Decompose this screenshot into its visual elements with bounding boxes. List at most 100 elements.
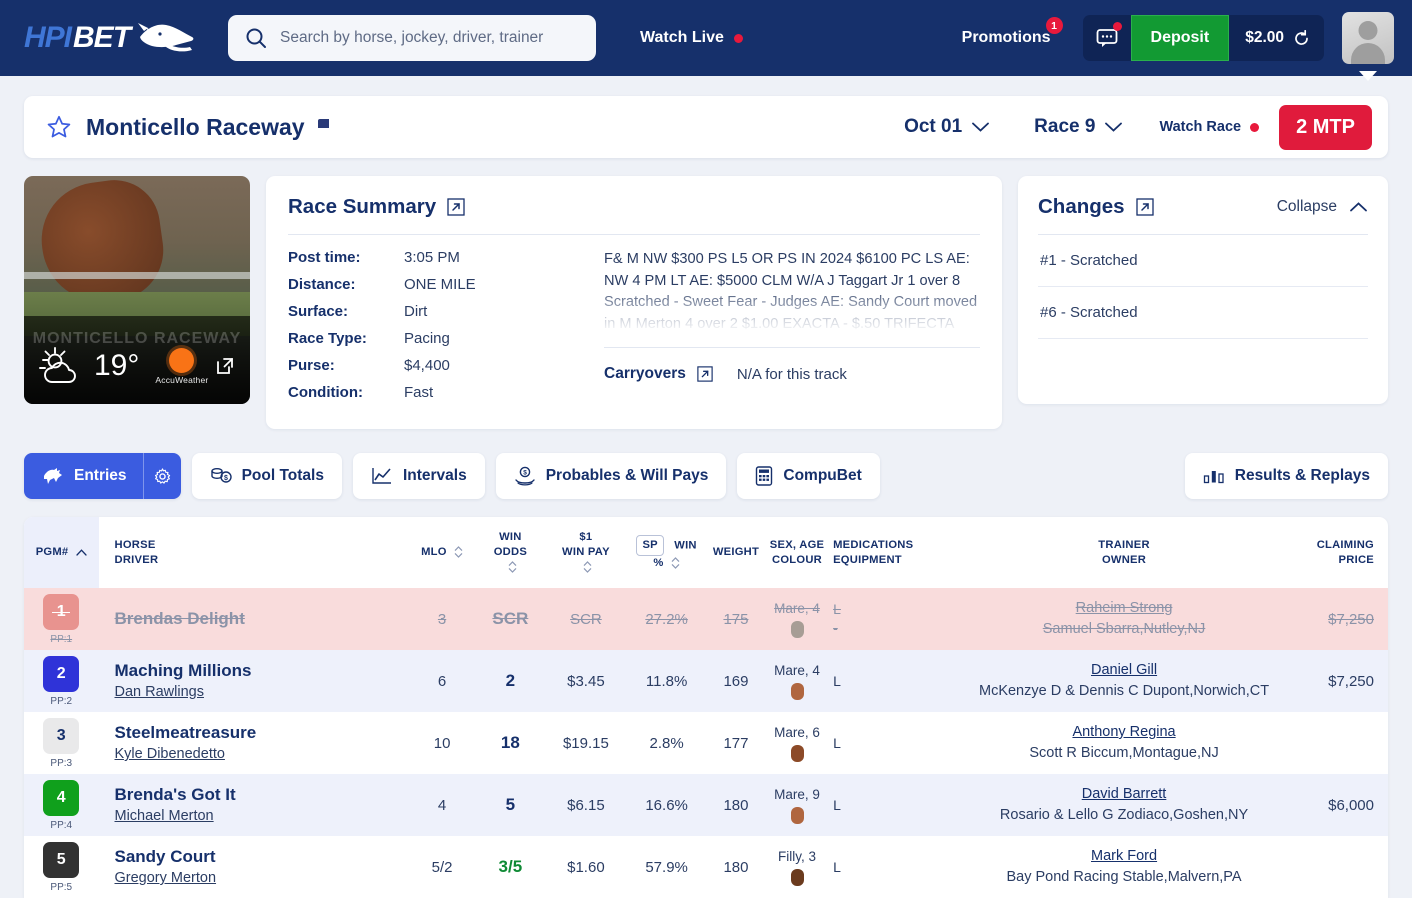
- account-menu-caret-icon[interactable]: [1359, 71, 1377, 81]
- entries-table-body: 1 PP:1 Brendas Delight 3 SCR SCR 27.2% 175 Mare,…: [24, 588, 1388, 898]
- track-photo-card: MONTICELLO RACEWAY 19° AccuWeather: [24, 176, 250, 404]
- program-number-badge[interactable]: 1: [43, 593, 80, 630]
- external-link-icon[interactable]: [214, 355, 236, 377]
- driver-name[interactable]: Dan Rawlings: [115, 682, 405, 702]
- column-header-win-pct[interactable]: SP WIN %: [626, 517, 707, 588]
- entries-table-head: PGM# HORSE DRIVER MLO WIN ODDS $1 WIN PA…: [24, 517, 1388, 588]
- column-header-sex-age-colour: SEX, AGE COLOUR: [765, 517, 829, 588]
- expand-arrow-icon[interactable]: [1135, 198, 1154, 216]
- account-menu[interactable]: [1342, 12, 1394, 81]
- partly-cloudy-icon: [39, 347, 76, 383]
- messages-button[interactable]: [1082, 15, 1131, 61]
- trainer-name[interactable]: Daniel Gill: [957, 660, 1291, 681]
- program-number-badge[interactable]: 3: [43, 717, 80, 754]
- results-replays-button[interactable]: Results & Replays: [1184, 453, 1388, 499]
- trainer-name[interactable]: Anthony Regina: [957, 722, 1291, 743]
- watch-race-button[interactable]: Watch Race: [1145, 119, 1279, 135]
- fact-row: Post time: 3:05 PM: [288, 249, 588, 266]
- table-row[interactable]: 5 PP:5 Sandy Court Gregory Merton 5/2 3/5 $1.6…: [24, 836, 1388, 898]
- program-number-cell[interactable]: 4 PP:4: [24, 774, 99, 836]
- refresh-icon[interactable]: [1293, 29, 1310, 47]
- program-number-badge[interactable]: 5: [43, 841, 80, 878]
- win-odds-value: SCR: [492, 609, 529, 628]
- program-number-cell[interactable]: 3 PP:3: [24, 712, 99, 774]
- column-header-owner-label: OWNER: [1101, 553, 1147, 566]
- chevron-down-icon: [1105, 122, 1123, 132]
- column-header-claiming-price[interactable]: CLAIMING PRICE: [1295, 517, 1388, 588]
- post-position-label: PP:1: [50, 633, 73, 645]
- column-header-mlo[interactable]: MLO: [409, 517, 475, 588]
- sex-age-colour-cell: Mare, 4: [765, 650, 829, 712]
- driver-name[interactable]: Michael Merton: [115, 806, 405, 826]
- date-selector[interactable]: Oct 01: [882, 116, 1012, 138]
- search-bar[interactable]: Search by horse, jockey, driver, trainer: [228, 15, 597, 61]
- sort-icon: [508, 561, 517, 573]
- program-number-badge[interactable]: 4: [43, 779, 80, 816]
- change-item: #6 - Scratched: [1038, 287, 1368, 339]
- line-chart-icon: [372, 468, 391, 484]
- post-position-label: PP:3: [50, 757, 73, 769]
- fact-value: Pacing: [404, 330, 450, 347]
- win-pay-value: SCR: [570, 610, 602, 628]
- tab-pool-totals-label: Pool Totals: [241, 467, 324, 484]
- photo-horse: [34, 176, 170, 310]
- deposit-button[interactable]: Deposit: [1130, 15, 1230, 61]
- race-selector[interactable]: Race 9: [1012, 116, 1145, 138]
- watch-race-label: Watch Race: [1159, 119, 1242, 135]
- column-header-win-pay[interactable]: $1 WIN PAY: [546, 517, 627, 588]
- collapse-button[interactable]: Collapse: [1277, 198, 1368, 216]
- sp-toggle[interactable]: SP: [636, 534, 664, 556]
- column-header-win-odds[interactable]: WIN ODDS: [475, 517, 545, 588]
- program-number-badge[interactable]: 2: [43, 655, 80, 692]
- table-row[interactable]: 2 PP:2 Maching Millions Dan Rawlings 6 2 $3.45…: [24, 650, 1388, 712]
- horse-cell[interactable]: Sandy Court Gregory Merton: [99, 836, 409, 898]
- medications-equipment-cell: L: [829, 836, 953, 898]
- claiming-price-value: [1295, 712, 1388, 774]
- search-input[interactable]: Search by horse, jockey, driver, trainer: [280, 29, 543, 47]
- expand-arrow-icon[interactable]: [447, 198, 465, 216]
- race-summary-header: Race Summary: [288, 195, 980, 219]
- column-header-pgm[interactable]: PGM#: [24, 517, 99, 588]
- horse-cell[interactable]: Steelmeatreasure Kyle Dibenedetto: [99, 712, 409, 774]
- trainer-name[interactable]: David Barrett: [957, 784, 1291, 805]
- table-row[interactable]: 4 PP:4 Brenda's Got It Michael Merton 4 5 $6.1…: [24, 774, 1388, 836]
- claiming-price-value: $6,000: [1328, 796, 1374, 814]
- tab-compubet[interactable]: CompuBet: [737, 453, 880, 499]
- tab-entries[interactable]: Entries: [24, 453, 181, 499]
- tab-intervals[interactable]: Intervals: [352, 453, 485, 499]
- fact-value: Dirt: [404, 303, 428, 320]
- driver-name[interactable]: Gregory Merton: [115, 868, 405, 888]
- horse-cell[interactable]: Brenda's Got It Michael Merton: [99, 774, 409, 836]
- horse-cell[interactable]: Maching Millions Dan Rawlings: [99, 650, 409, 712]
- trainer-name[interactable]: Raheim Strong: [957, 598, 1291, 619]
- program-number-cell[interactable]: 2 PP:2: [24, 650, 99, 712]
- expand-arrow-icon[interactable]: [697, 366, 713, 382]
- table-row[interactable]: 3 PP:3 Steelmeatreasure Kyle Dibenedetto 10 1…: [24, 712, 1388, 774]
- hpibet-logo[interactable]: HPI BET: [24, 21, 198, 55]
- program-number-cell[interactable]: 1 PP:1: [24, 588, 99, 650]
- program-number-cell[interactable]: 5 PP:5: [24, 836, 99, 898]
- column-header-weight[interactable]: WEIGHT: [707, 517, 765, 588]
- horse-cell[interactable]: Brendas Delight: [99, 588, 409, 650]
- colour-swatch: [790, 683, 804, 700]
- win-percent-value: 57.9%: [645, 858, 688, 876]
- weather-widget[interactable]: 19° AccuWeather: [24, 328, 250, 404]
- column-header-horse-driver: HORSE DRIVER: [99, 517, 409, 588]
- fact-label: Purse:: [288, 357, 335, 374]
- favourite-star-icon[interactable]: [46, 114, 72, 140]
- tab-pool-totals[interactable]: $ Pool Totals: [191, 453, 342, 499]
- entries-settings-button[interactable]: [142, 453, 181, 499]
- account-balance[interactable]: $2.00: [1229, 15, 1324, 61]
- sex-age-colour-cell: Filly, 3: [765, 836, 829, 898]
- watch-live-button[interactable]: Watch Live: [640, 29, 743, 47]
- colour-swatch: [790, 807, 804, 824]
- win-percent-value: 11.8%: [645, 672, 688, 690]
- trainer-name[interactable]: Mark Ford: [957, 846, 1291, 867]
- column-header-dollar-label: $1: [579, 531, 593, 543]
- table-row[interactable]: 1 PP:1 Brendas Delight 3 SCR SCR 27.2% 175 Mare,…: [24, 588, 1388, 650]
- tab-probables-will-pays[interactable]: $ Probables & Will Pays: [495, 453, 727, 499]
- horse-name: Sandy Court: [114, 847, 216, 866]
- minutes-to-post-badge[interactable]: 2 MTP: [1279, 104, 1372, 150]
- promotions-button[interactable]: Promotions 1: [962, 17, 1069, 47]
- driver-name[interactable]: Kyle Dibenedetto: [115, 744, 405, 764]
